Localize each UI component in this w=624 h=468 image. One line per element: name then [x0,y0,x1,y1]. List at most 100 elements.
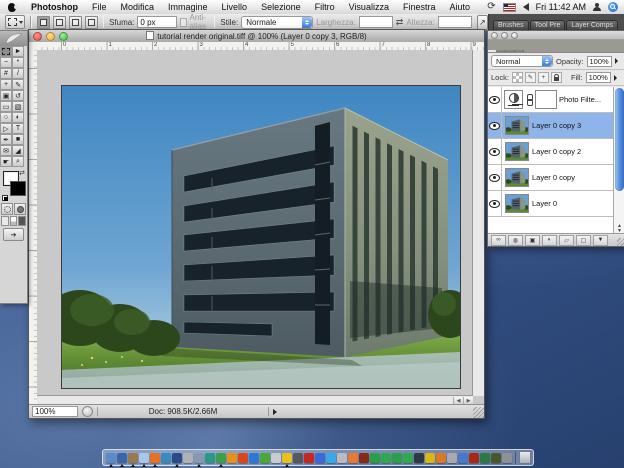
palette-well-tab[interactable]: Layer Comps [566,20,618,30]
dock-icon[interactable] [161,453,171,463]
dock-icon[interactable] [370,453,380,463]
palette-minimize-button[interactable] [501,32,508,39]
swap-dimensions-icon[interactable]: ⇄ [396,17,404,28]
add-layer-mask-icon[interactable]: ▣ [525,235,540,246]
layers-scrollbar[interactable]: ▲▼ [613,87,624,234]
dock-icon[interactable] [414,453,424,463]
layer-row-photo-filter[interactable]: Photo Filte... [488,87,624,113]
tool-path-selection[interactable]: ▷ [0,123,12,134]
fast-user-switch-icon[interactable] [593,3,601,11]
dock-icon[interactable] [337,453,347,463]
palette-well-tab[interactable]: Tool Pre [530,20,566,30]
menu-item[interactable]: Aiuto [442,2,477,12]
menu-item[interactable]: Photoshop [24,2,85,12]
dock-icon[interactable] [447,453,457,463]
dock-icon[interactable] [260,453,270,463]
selection-mode-intersect-button[interactable] [85,16,98,29]
apple-menu-icon[interactable] [8,3,16,12]
visibility-eye-icon[interactable] [489,122,500,130]
dock-icon[interactable] [348,453,358,463]
selection-mode-subtract-button[interactable] [69,16,82,29]
quick-mask-mode-button[interactable] [14,203,26,215]
dock-icon[interactable] [150,453,160,463]
spotlight-icon[interactable] [608,2,618,12]
Layer 0[interactable]: Layer 0 [488,191,624,217]
menu-item[interactable]: Finestra [396,2,443,12]
selection-mode-new-button[interactable] [37,16,50,29]
tool-shape[interactable]: ■ [12,134,24,145]
tool-clone-stamp[interactable]: ▣ [0,90,12,101]
tool-notes[interactable]: ✉ [0,145,12,156]
tab-paths[interactable] [506,50,515,52]
height-input[interactable] [438,16,472,28]
menu-bar-clock[interactable]: Fri 11:42 AM [536,2,586,12]
lock-transparency-icon[interactable] [512,72,523,83]
feather-input[interactable] [137,16,177,28]
visibility-eye-icon[interactable] [489,200,500,208]
width-input[interactable] [359,16,393,28]
tool-brush[interactable]: ✎ [12,79,24,90]
Layer 0 copy 2[interactable]: Layer 0 copy 2 [488,139,624,165]
fill-slider-arrow-icon[interactable] [614,75,617,81]
layer-thumbnail[interactable] [505,142,529,161]
palette-zoom-button[interactable] [511,32,518,39]
layer-name[interactable]: Layer 0 copy 3 [532,121,581,130]
dock-icon[interactable] [293,453,303,463]
toolbox-header[interactable] [0,31,27,46]
doc-size-info[interactable]: Doc: 908.5K/2.66M [97,407,269,416]
dock-icon[interactable] [216,453,226,463]
dock-icon[interactable] [128,453,138,463]
visibility-eye-icon[interactable] [489,174,500,182]
tool-slice[interactable]: / [12,68,24,79]
go-to-bridge-button[interactable]: ↗ [477,15,488,30]
new-group-icon[interactable]: ▱ [559,235,574,246]
tool-move[interactable]: ► [12,46,24,57]
lock-position-icon[interactable]: + [538,72,549,83]
dock-icon[interactable] [403,453,413,463]
fill-field[interactable]: 100% [586,72,611,83]
visibility-eye-icon[interactable] [489,148,500,156]
dock-icon[interactable] [271,453,281,463]
dock-icon[interactable] [425,453,435,463]
antialias-checkbox[interactable] [180,18,186,27]
layer-thumbnail[interactable] [505,168,529,187]
Layer 0 copy[interactable]: Layer 0 copy [488,165,624,191]
layer-name[interactable]: Layer 0 copy 2 [532,147,581,156]
dock-icon[interactable] [304,453,314,463]
tool-pen[interactable]: ✒ [0,134,12,145]
dock-icon[interactable] [436,453,446,463]
tab-layers[interactable] [488,50,497,52]
selection-mode-add-button[interactable] [53,16,66,29]
standard-screen-button[interactable] [1,216,9,226]
dock-icon[interactable] [491,453,501,463]
volume-icon[interactable] [523,3,529,11]
window-resize-grip[interactable] [473,407,484,418]
standard-mode-button[interactable] [1,203,13,215]
dock-icon[interactable] [172,453,182,463]
dock-icon[interactable] [469,453,479,463]
style-dropdown[interactable]: Normale [241,16,313,29]
dock-icon[interactable] [106,453,116,463]
layer-name[interactable]: Photo Filte... [559,95,601,104]
lock-all-icon[interactable] [551,72,562,83]
menu-item[interactable]: Filtro [308,2,342,12]
menu-item[interactable]: Selezione [254,2,308,12]
tab-channels[interactable] [497,50,506,52]
tool-crop[interactable]: # [0,68,12,79]
dock-icon[interactable] [194,453,204,463]
dock-icon[interactable] [480,453,490,463]
tool-eyedropper[interactable]: ◢ [12,145,24,156]
blend-mode-dropdown[interactable]: Normal [491,55,553,67]
tool-gradient[interactable]: ▧ [12,101,24,112]
dock-icon[interactable] [326,453,336,463]
tool-blur[interactable]: ○ [0,112,12,123]
tab-actions[interactable] [515,50,524,52]
input-language-flag-icon[interactable] [503,3,516,12]
layer-mask-thumbnail[interactable] [535,90,557,109]
tool-zoom[interactable]: ⌕ [12,156,24,167]
lock-pixels-icon[interactable]: ✎ [525,72,536,83]
tool-history-brush[interactable]: ↺ [12,90,24,101]
tool-eraser[interactable]: ▭ [0,101,12,112]
dock-icon[interactable] [117,453,127,463]
layer-name[interactable]: Layer 0 copy [532,173,575,182]
